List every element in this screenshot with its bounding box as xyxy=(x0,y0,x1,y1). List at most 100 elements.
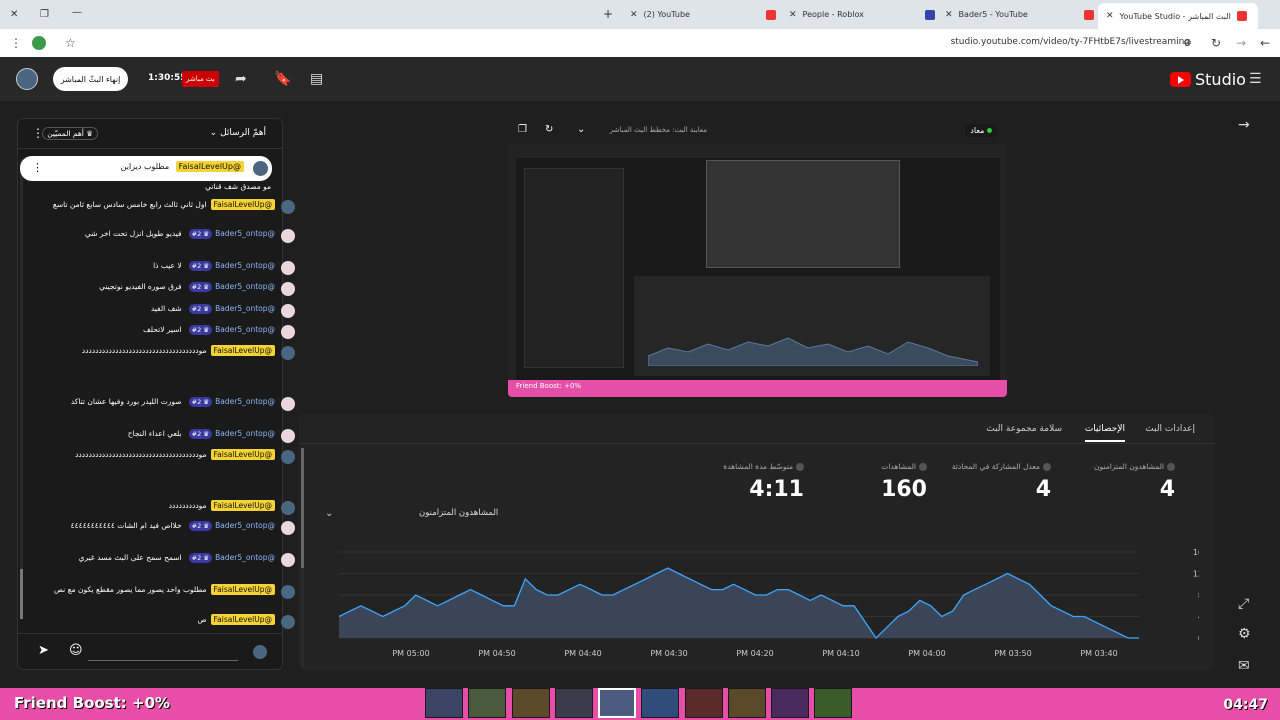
new-tab-icon[interactable]: + xyxy=(603,7,613,21)
hotbar-slot[interactable] xyxy=(685,688,723,718)
chat-message[interactable]: @FaisalLevelUpمودددددددددددددددددددددددد… xyxy=(43,345,295,360)
chat-message[interactable]: @Bader5_ontop♛ #2 خلااص فيد ام الشات ٤٤٤٤… xyxy=(43,521,295,535)
chat-message[interactable]: @Bader5_ontop♛ #2 لا عيب ذا xyxy=(43,261,295,275)
chat-message[interactable]: @Bader5_ontop♛ #2 اسير لاتحلف xyxy=(43,325,295,339)
menu-dots-icon[interactable]: ⋮ xyxy=(10,36,22,50)
settings-icon[interactable]: ⚙ xyxy=(1238,627,1251,641)
chat-message-input[interactable] xyxy=(88,643,238,661)
minimize-icon[interactable]: — xyxy=(72,6,82,20)
hamburger-menu-icon[interactable]: ☰ xyxy=(1249,72,1262,86)
top-fans-filter[interactable]: ♛ أهم المميّين xyxy=(42,127,98,140)
chat-author[interactable]: @Bader5_ontop xyxy=(215,521,275,530)
chat-message[interactable]: @Bader5_ontop♛ #2 بلعي اعداء النجاح xyxy=(43,429,295,443)
collapse-panel-icon[interactable]: → xyxy=(1238,118,1250,132)
close-icon[interactable]: ✕ xyxy=(630,10,638,20)
info-icon[interactable] xyxy=(796,463,804,471)
chat-author[interactable]: @FaisalLevelUp xyxy=(210,614,275,625)
info-icon[interactable] xyxy=(919,463,927,471)
hotbar-slot[interactable] xyxy=(598,688,636,718)
chevron-down-icon[interactable]: ⌄ xyxy=(577,124,585,135)
chat-author[interactable]: @Bader5_ontop xyxy=(215,553,275,562)
chat-mode-dropdown[interactable]: أهمّ الرسائل ⌄ xyxy=(210,128,266,138)
pinned-message[interactable]: @FaisalLevelUp مطلوب ديزاين ⋮ xyxy=(20,156,272,181)
chat-message[interactable]: @Bader5_ontop♛ #2 فرق صوره الفيديو نوتجين… xyxy=(43,282,295,296)
chat-author[interactable]: @Bader5_ontop xyxy=(215,282,275,291)
tab-youtube[interactable]: ✕ (2) YouTube xyxy=(630,4,776,25)
avatar xyxy=(281,450,295,464)
chat-author[interactable]: @FaisalLevelUp xyxy=(210,449,275,460)
info-icon[interactable] xyxy=(1167,463,1175,471)
hotbar-slot[interactable] xyxy=(425,688,463,718)
hotbar-slot[interactable] xyxy=(641,688,679,718)
send-icon[interactable]: ➤ xyxy=(38,643,49,658)
chat-message[interactable]: @Bader5_ontop♛ #2 اسمح سمح على البث مسد غ… xyxy=(43,553,295,567)
tab-analytics[interactable]: الإحصائيات xyxy=(1084,424,1125,442)
star-icon[interactable]: ☆ xyxy=(65,36,76,50)
hotbar-slot[interactable] xyxy=(468,688,506,718)
channel-avatar[interactable] xyxy=(16,68,38,90)
hotbar-slot[interactable] xyxy=(814,688,852,718)
tab-roblox[interactable]: ✕ People - Roblox xyxy=(789,4,935,25)
chat-scrollbar[interactable] xyxy=(20,159,23,619)
close-icon[interactable]: ✕ xyxy=(1106,11,1114,21)
clapper-icon[interactable]: ▤ xyxy=(310,72,323,86)
tab-bader5[interactable]: ✕ Bader5 - YouTube xyxy=(945,4,1094,25)
chat-message[interactable]: @FaisalLevelUpمطلوب واحد يصور مما يصور م… xyxy=(43,584,295,599)
more-options-icon[interactable]: ⋮ xyxy=(32,161,43,174)
info-icon[interactable] xyxy=(1043,463,1051,471)
chat-message[interactable]: @Bader5_ontop♛ #2 شف الفيد xyxy=(43,304,295,318)
stream-preview[interactable]: معاد معاينة البث: مخطط البث المباشر ❐ ↻ … xyxy=(508,118,1007,397)
chat-author[interactable]: @Bader5_ontop xyxy=(215,397,275,406)
preview-nested-chat xyxy=(524,168,624,368)
tab-studio[interactable]: ✕ YouTube Studio - البث المباشر xyxy=(1098,3,1258,29)
restore-icon[interactable]: ❐ xyxy=(40,8,49,22)
chat-message[interactable]: @FaisalLevelUpمودددددددددددددددددددددددد… xyxy=(43,449,295,464)
copy-icon[interactable]: ❐ xyxy=(518,124,527,135)
chat-message[interactable]: @FaisalLevelUpموددددددددد xyxy=(43,500,295,515)
hotbar-slot[interactable] xyxy=(555,688,593,718)
chat-author[interactable]: @Bader5_ontop xyxy=(215,261,275,270)
hotbar-slot[interactable] xyxy=(771,688,809,718)
pinned-author[interactable]: @FaisalLevelUp xyxy=(175,161,244,172)
tab-stream-settings[interactable]: إعدادات البث xyxy=(1145,424,1195,434)
chat-author[interactable]: @FaisalLevelUp xyxy=(210,199,275,210)
hotbar-slot[interactable] xyxy=(728,688,766,718)
chat-message[interactable]: @FaisalLevelUpص xyxy=(43,614,295,629)
close-icon[interactable]: ✕ xyxy=(945,10,953,20)
forward-icon[interactable]: → xyxy=(1236,36,1246,50)
chat-message[interactable]: @Bader5_ontop♛ #2 صورت الليدر بورد وفيها … xyxy=(43,397,295,411)
url-text[interactable]: studio.youtube.com/video/ty-7FHtbE7s/liv… xyxy=(951,37,1190,47)
chat-author[interactable]: @Bader5_ontop xyxy=(215,304,275,313)
rank-badge: ♛ #2 xyxy=(188,553,213,563)
chat-message[interactable]: @Bader5_ontop♛ #2 فيديو طويل انزل تحت اخر… xyxy=(43,229,295,243)
chat-author[interactable]: @Bader5_ontop xyxy=(215,325,275,334)
tab-stream-health[interactable]: سلامة مجموعة البث xyxy=(986,424,1062,434)
close-icon[interactable]: ✕ xyxy=(10,8,18,22)
chat-author[interactable]: @Bader5_ontop xyxy=(215,229,275,238)
chat-message[interactable]: @FaisalLevelUpاول ثاني ثالث رابع خامس سا… xyxy=(43,199,295,214)
chat-author[interactable]: @FaisalLevelUp xyxy=(210,584,275,595)
bookmark-icon[interactable]: 🔖 xyxy=(274,72,291,86)
studio-logo[interactable]: Studio xyxy=(1170,70,1246,89)
back-icon[interactable]: ← xyxy=(1260,36,1270,50)
profile-avatar[interactable] xyxy=(32,36,46,50)
chat-author[interactable]: @Bader5_ontop xyxy=(215,429,275,438)
feedback-icon[interactable]: ✉ xyxy=(1238,659,1250,673)
emoji-icon[interactable]: ☺ xyxy=(69,643,83,658)
reload-icon[interactable]: ↻ xyxy=(1211,36,1221,50)
expand-icon[interactable]: ⤢ xyxy=(1238,597,1249,611)
hotbar-slot[interactable] xyxy=(512,688,550,718)
chat-message[interactable]: مو مصدق شف قناتي xyxy=(43,182,275,192)
chat-author[interactable]: @FaisalLevelUp xyxy=(210,500,275,511)
chat-mode-label: أهمّ الرسائل xyxy=(220,128,266,138)
share-icon[interactable]: ➦ xyxy=(235,72,247,86)
site-settings-icon[interactable]: ⚙ xyxy=(1183,37,1192,51)
stats-scrollbar[interactable] xyxy=(301,448,304,668)
refresh-icon[interactable]: ↻ xyxy=(545,124,553,135)
more-options-icon[interactable]: ⋮ xyxy=(32,126,44,140)
chevron-down-icon[interactable]: ⌄ xyxy=(325,508,333,519)
chat-author[interactable]: @FaisalLevelUp xyxy=(210,345,275,356)
close-icon[interactable]: ✕ xyxy=(789,10,797,20)
tab-label: YouTube Studio - البث المباشر xyxy=(1119,11,1231,21)
end-stream-button[interactable]: إنهاء البثّ المباشر xyxy=(53,67,128,91)
